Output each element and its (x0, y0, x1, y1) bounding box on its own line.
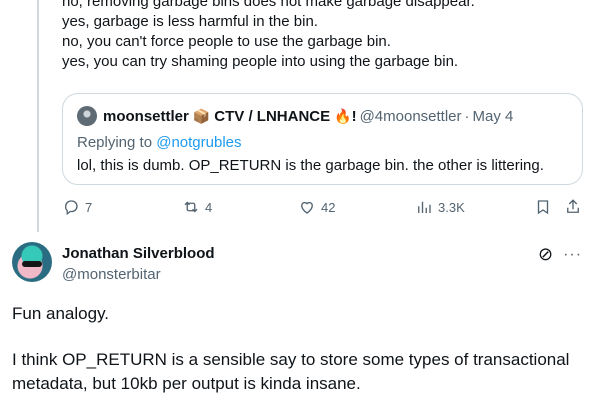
quoted-author-name[interactable]: moonsettler (103, 108, 189, 125)
reply-paragraph-line: I think OP_RETURN is a sensible say to s… (12, 350, 570, 369)
quoted-tweet-text: lol, this is dumb. OP_RETURN is the garb… (77, 157, 544, 174)
view-count: 3.3K (438, 199, 465, 215)
more-options-icon[interactable]: ··· (563, 246, 582, 264)
tweet-line: yes, garbage is less harmful in the bin. (62, 13, 318, 30)
quoted-author-name-suffix[interactable]: CTV / LNHANCE (214, 108, 330, 125)
share-icon (567, 199, 579, 213)
reply-author-name[interactable]: Jonathan Silverblood (62, 245, 215, 262)
repost-count: 4 (205, 199, 213, 215)
tweet-line: yes, you can try shaming people into usi… (62, 53, 459, 70)
like-button[interactable]: 42 (298, 198, 335, 216)
replying-to-prefix: Replying to (77, 134, 157, 151)
tweet-line: no, removing garbage bins does not make … (62, 0, 475, 10)
reply-paragraph: Fun analogy. (12, 304, 110, 323)
grok-icon[interactable]: ⊘ (538, 244, 553, 265)
quoted-tweet-date[interactable]: May 4 (473, 108, 514, 125)
views-button[interactable]: 3.3K (415, 198, 465, 216)
reply-author-handle[interactable]: @monsterbitar (62, 266, 161, 283)
replying-to-handle[interactable]: @notgrubles (156, 134, 241, 151)
bookmark-icon (537, 200, 549, 215)
analytics-icon (418, 201, 431, 213)
fire-emoji-icon: 🔥 (334, 107, 352, 124)
reply-count: 7 (85, 199, 93, 215)
bookmark-button[interactable] (534, 198, 557, 216)
avatar[interactable] (77, 106, 97, 126)
tweet-body: no, removing garbage bins does not make … (62, 0, 475, 72)
quoted-tweet-header: moonsettler 📦 CTV / LNHANCE 🔥 ! @4moonse… (77, 106, 513, 126)
reply-icon (65, 200, 78, 216)
quoted-author-bang: ! (351, 107, 357, 125)
separator-dot: · (464, 107, 470, 125)
reply-button[interactable]: 7 (62, 198, 92, 216)
like-count: 42 (321, 199, 336, 215)
quoted-author-handle[interactable]: @4moonsettler (360, 108, 462, 125)
heart-icon (301, 201, 313, 214)
tweet-action-bar: 7 4 42 3.3K (62, 198, 587, 224)
thread-connector-line (37, 0, 39, 232)
replying-to-line: Replying to @notgrubles (77, 134, 242, 151)
avatar-glasses (22, 261, 42, 267)
reply-paragraph-line: metadata, but 10kb per output is kinda i… (12, 374, 361, 393)
repost-button[interactable]: 4 (182, 198, 212, 216)
tweet-line: no, you can't force people to use the ga… (62, 33, 391, 50)
package-emoji-icon: 📦 (192, 107, 211, 124)
avatar[interactable] (12, 242, 52, 282)
repost-icon (184, 201, 198, 213)
post-menu-area: ⊘ ··· (538, 244, 582, 265)
quoted-tweet-card[interactable]: moonsettler 📦 CTV / LNHANCE 🔥 ! @4moonse… (62, 93, 583, 185)
share-button[interactable] (564, 198, 587, 216)
reply-post-text: Fun analogy. I think OP_RETURN is a sens… (12, 302, 592, 396)
